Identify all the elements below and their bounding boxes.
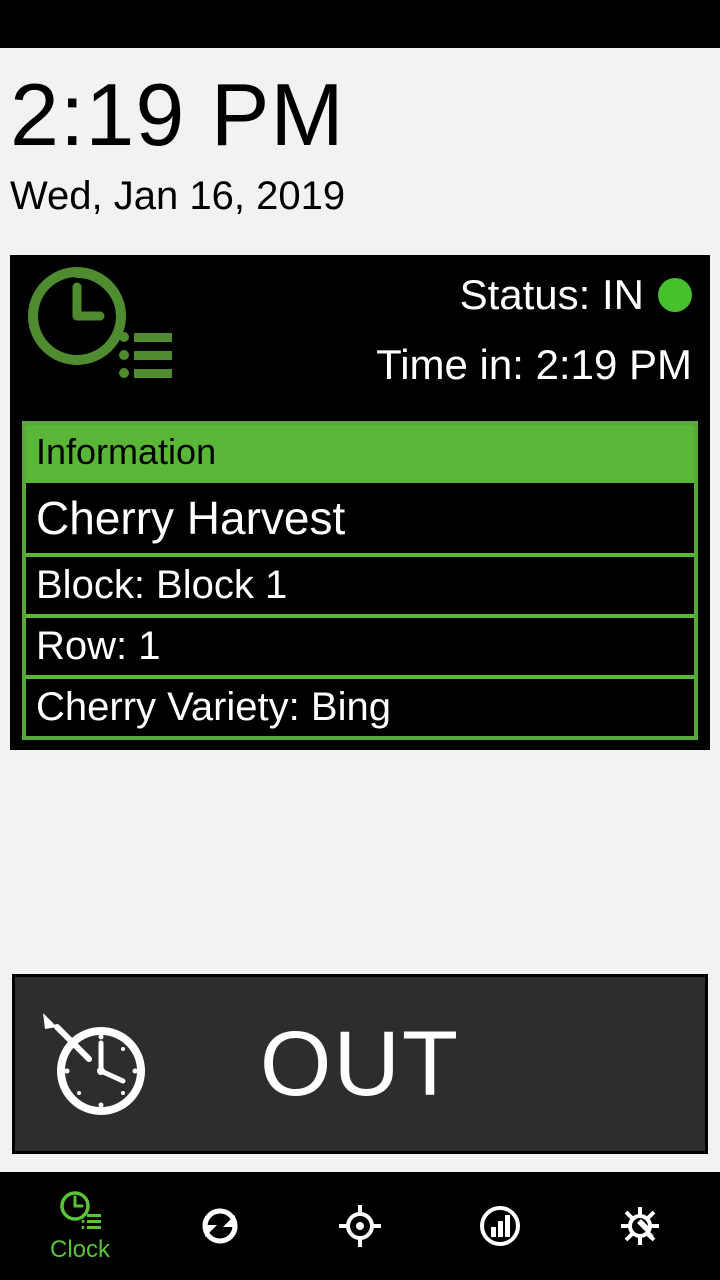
clock-out-icon	[39, 1009, 149, 1119]
info-row-variety: Cherry Variety: Bing	[26, 675, 694, 736]
nav-clock-label: Clock	[50, 1236, 110, 1264]
information-panel: Information Cherry Harvest Block: Block …	[22, 421, 698, 740]
info-row-block: Block: Block 1	[26, 553, 694, 614]
current-time: 2:19 PM	[10, 64, 710, 166]
time-in-label: Time in: 2:19 PM	[376, 341, 692, 389]
information-header: Information	[26, 425, 694, 479]
status-label: Status: IN	[460, 271, 644, 319]
nav-sync[interactable]	[160, 1172, 280, 1280]
chart-icon	[477, 1203, 523, 1249]
clock-out-label: OUT	[260, 1012, 460, 1117]
nav-settings[interactable]	[580, 1172, 700, 1280]
info-task: Cherry Harvest	[26, 479, 694, 553]
clock-list-icon	[57, 1188, 103, 1234]
clock-out-button[interactable]: OUT	[12, 974, 708, 1154]
status-dot-icon	[658, 278, 692, 312]
bottom-nav: Clock	[0, 1172, 720, 1280]
locate-icon	[337, 1203, 383, 1249]
info-row-row: Row: 1	[26, 614, 694, 675]
sync-icon	[197, 1203, 243, 1249]
settings-icon	[617, 1203, 663, 1249]
status-bar	[0, 0, 720, 48]
clock-list-icon	[22, 261, 172, 381]
nav-reports[interactable]	[440, 1172, 560, 1280]
current-date: Wed, Jan 16, 2019	[10, 174, 710, 219]
nav-locate[interactable]	[300, 1172, 420, 1280]
nav-clock[interactable]: Clock	[20, 1172, 140, 1280]
status-card: Status: IN Time in: 2:19 PM Information …	[10, 255, 710, 750]
